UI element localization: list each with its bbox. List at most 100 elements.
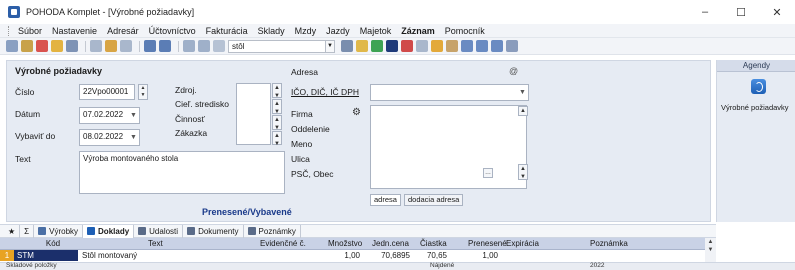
production-request-icon[interactable] bbox=[751, 79, 766, 94]
tab-1[interactable]: Doklady bbox=[83, 224, 135, 238]
forward-arrow-icon[interactable] bbox=[159, 40, 171, 52]
menu-item-10[interactable]: Pomocník bbox=[440, 26, 490, 36]
menu-item-8[interactable]: Majetok bbox=[355, 26, 397, 36]
datum-dropdown-button[interactable]: ▼ bbox=[128, 107, 140, 124]
tab-adresa[interactable]: adresa bbox=[370, 194, 401, 206]
menu-bar: Súbor Nastavenie Adresár Účtovníctvo Fakturá… bbox=[0, 24, 795, 38]
datum-field[interactable]: 07.02.2022 bbox=[79, 107, 129, 124]
minimize-button[interactable]: – bbox=[687, 0, 723, 24]
star-icon[interactable] bbox=[431, 40, 443, 52]
cell-ciastka[interactable]: 70,65 bbox=[420, 250, 447, 261]
ciel-list-button[interactable]: ▲ ▼ bbox=[272, 99, 282, 115]
col-header-text[interactable]: Text bbox=[148, 238, 163, 250]
vybavit-field[interactable]: 08.02.2022 bbox=[79, 129, 129, 146]
menu-item-3[interactable]: Účtovníctvo bbox=[144, 26, 201, 36]
cislo-field[interactable]: 22Vpo00001 bbox=[79, 84, 135, 100]
help-icon[interactable] bbox=[506, 40, 518, 52]
close-button[interactable]: ✕ bbox=[759, 0, 795, 24]
vybavit-dropdown-button[interactable]: ▼ bbox=[128, 129, 140, 146]
tab-dodacia-adresa[interactable]: dodacia adresa bbox=[404, 194, 464, 206]
col-header-jedncena[interactable]: Jedn.cena bbox=[372, 238, 409, 250]
cell-mnozstvo[interactable]: 1,00 bbox=[330, 250, 360, 261]
menu-item-6[interactable]: Mzdy bbox=[290, 26, 322, 36]
new-record-icon[interactable] bbox=[66, 40, 78, 52]
tab-0[interactable]: Výrobky bbox=[34, 224, 84, 238]
zakazka-list-button[interactable]: ▲ ▼ bbox=[272, 131, 282, 147]
cislo-spin-button[interactable]: ▲ ▼ bbox=[138, 84, 148, 100]
ico-dropdown-button[interactable]: ▼ bbox=[517, 84, 529, 101]
cell-kod[interactable]: STM bbox=[14, 250, 78, 261]
search-dropdown-button[interactable]: ▼ bbox=[326, 39, 335, 53]
grid-vertical-scrollbar[interactable]: ▲ ▼ bbox=[705, 238, 716, 262]
folder-icon[interactable] bbox=[51, 40, 63, 52]
tab-4[interactable]: Poznámky bbox=[244, 224, 301, 238]
toolbar-separator bbox=[85, 40, 86, 52]
tab-2[interactable]: Udalosti bbox=[134, 224, 184, 238]
folder-open-icon[interactable] bbox=[356, 40, 368, 52]
back-arrow-icon[interactable] bbox=[144, 40, 156, 52]
status-found-text: Nájdené bbox=[430, 262, 455, 269]
calendar-icon[interactable] bbox=[183, 40, 195, 52]
contact-search-icon[interactable]: ⚙ bbox=[352, 107, 361, 118]
tab-label: Doklady bbox=[98, 226, 130, 236]
filter-funnel-icon[interactable] bbox=[341, 40, 353, 52]
cell-prenesene[interactable]: 1,00 bbox=[474, 250, 498, 261]
col-header-ciastka[interactable]: Čiastka bbox=[420, 238, 447, 250]
document-icon[interactable] bbox=[213, 40, 225, 52]
window-icon[interactable] bbox=[461, 40, 473, 52]
preview-icon[interactable] bbox=[36, 40, 48, 52]
menu-item-4[interactable]: Fakturácia bbox=[201, 26, 253, 36]
col-header-evidencne[interactable]: Evidenčné č. bbox=[260, 238, 306, 250]
tab-3[interactable]: Dokumenty bbox=[183, 224, 244, 238]
menu-item-2[interactable]: Adresár bbox=[102, 26, 144, 36]
table-icon[interactable] bbox=[416, 40, 428, 52]
menu-item-0[interactable]: Súbor bbox=[13, 26, 47, 36]
at-icon[interactable]: @ bbox=[509, 66, 518, 76]
address-block-field[interactable] bbox=[370, 105, 527, 189]
list-icon[interactable] bbox=[120, 40, 132, 52]
text-area[interactable]: Výroba montovaného stola bbox=[79, 151, 285, 194]
col-header-poznamka[interactable]: Poznámka bbox=[590, 238, 628, 250]
vybavit-label: Vybaviť do bbox=[15, 131, 56, 141]
psc-dropdown-button[interactable]: … bbox=[483, 168, 493, 178]
agendy-item-label[interactable]: Výrobné požiadavky bbox=[721, 103, 789, 112]
col-header-prenesene[interactable]: Prenesené bbox=[468, 238, 507, 250]
ico-label[interactable]: IČO, DIČ, IČ DPH bbox=[291, 87, 359, 97]
blue-status-icon[interactable] bbox=[386, 40, 398, 52]
menu-item-1[interactable]: Nastavenie bbox=[47, 26, 102, 36]
star-icon[interactable]: ★ bbox=[4, 224, 21, 238]
col-header-kod[interactable]: Kód bbox=[30, 238, 76, 250]
status-left-text: Skladové položky bbox=[6, 262, 57, 269]
maximize-button[interactable]: ☐ bbox=[723, 0, 759, 24]
oddelenie-label: Oddelenie bbox=[291, 124, 330, 134]
filter-icon[interactable] bbox=[198, 40, 210, 52]
datum-label: Dátum bbox=[15, 109, 41, 119]
green-status-icon[interactable] bbox=[371, 40, 383, 52]
menu-item-9[interactable]: Záznam bbox=[396, 26, 440, 36]
barcode-icon[interactable] bbox=[446, 40, 458, 52]
cell-jedncena[interactable]: 70,6895 bbox=[370, 250, 410, 261]
edit-icon[interactable] bbox=[105, 40, 117, 52]
tab-label: Poznámky bbox=[258, 226, 296, 236]
ciel-stredisko-label: Cieľ. stredisko bbox=[175, 99, 229, 109]
table-row[interactable]: 1 STM Stôl montovaný 1,00 70,6895 70,65 … bbox=[0, 250, 716, 261]
window-icon[interactable] bbox=[476, 40, 488, 52]
col-header-expiracia[interactable]: Expirácia bbox=[506, 238, 539, 250]
zdroj-list-button[interactable]: ▲ ▼ bbox=[272, 83, 282, 99]
window-icon[interactable] bbox=[491, 40, 503, 52]
copy-icon[interactable] bbox=[90, 40, 102, 52]
cinnost-label: Činnosť bbox=[175, 114, 205, 124]
firma-spin-button[interactable]: ▲ bbox=[518, 106, 528, 116]
menu-item-5[interactable]: Sklady bbox=[253, 26, 290, 36]
cinnost-list-button[interactable]: ▲ ▼ bbox=[272, 115, 282, 131]
print-icon[interactable] bbox=[21, 40, 33, 52]
zdroj-list-field[interactable] bbox=[236, 83, 271, 145]
search-input[interactable]: stôl bbox=[228, 39, 326, 53]
ico-field[interactable] bbox=[370, 84, 518, 101]
col-header-mnozstvo[interactable]: Množstvo bbox=[328, 238, 362, 250]
sum-icon[interactable]: Σ bbox=[20, 224, 35, 238]
red-status-icon[interactable] bbox=[401, 40, 413, 52]
cell-text[interactable]: Stôl montovaný bbox=[82, 250, 137, 261]
psc-spin-button[interactable]: ▲ ▼ bbox=[518, 164, 528, 180]
menu-item-7[interactable]: Jazdy bbox=[321, 26, 355, 36]
